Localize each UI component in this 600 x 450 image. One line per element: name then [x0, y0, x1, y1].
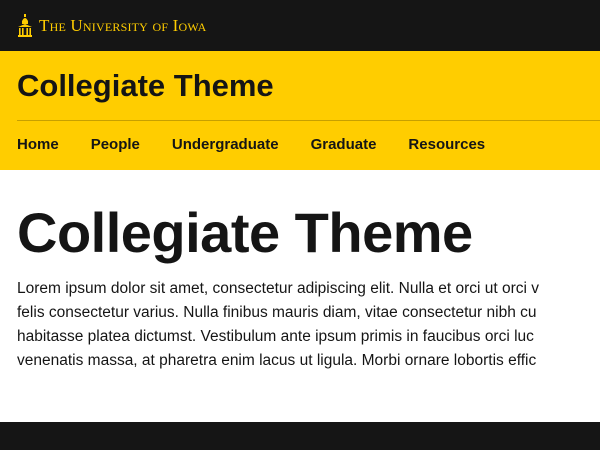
page-footer	[0, 422, 600, 450]
main-navigation: Home People Undergraduate Graduate Resou…	[17, 132, 517, 158]
nav-item-undergraduate[interactable]: Undergraduate	[172, 132, 279, 158]
old-capitol-icon	[17, 14, 39, 38]
site-name-link[interactable]: Collegiate Theme	[17, 67, 274, 105]
university-header-bar: The University of Iowa	[0, 0, 600, 51]
header-divider	[17, 120, 600, 121]
body-text-line: Lorem ipsum dolor sit amet, consectetur …	[17, 280, 540, 297]
nav-item-people[interactable]: People	[91, 132, 140, 158]
nav-item-resources[interactable]: Resources	[408, 132, 485, 158]
body-text-line: habitasse platea dictumst. Vestibulum an…	[17, 328, 534, 345]
body-text-line: felis consectetur varius. Nulla finibus …	[17, 304, 537, 321]
nav-item-home[interactable]: Home	[17, 132, 59, 158]
university-logo-link[interactable]: The University of Iowa	[17, 12, 206, 40]
body-paragraph: Lorem ipsum dolor sit amet, consectetur …	[17, 277, 600, 373]
nav-item-graduate[interactable]: Graduate	[311, 132, 377, 158]
body-text-line: venenatis massa, at pharetra enim lacus …	[17, 352, 537, 369]
university-logo-text: The University of Iowa	[39, 16, 207, 35]
page-title: Collegiate Theme	[17, 201, 473, 264]
